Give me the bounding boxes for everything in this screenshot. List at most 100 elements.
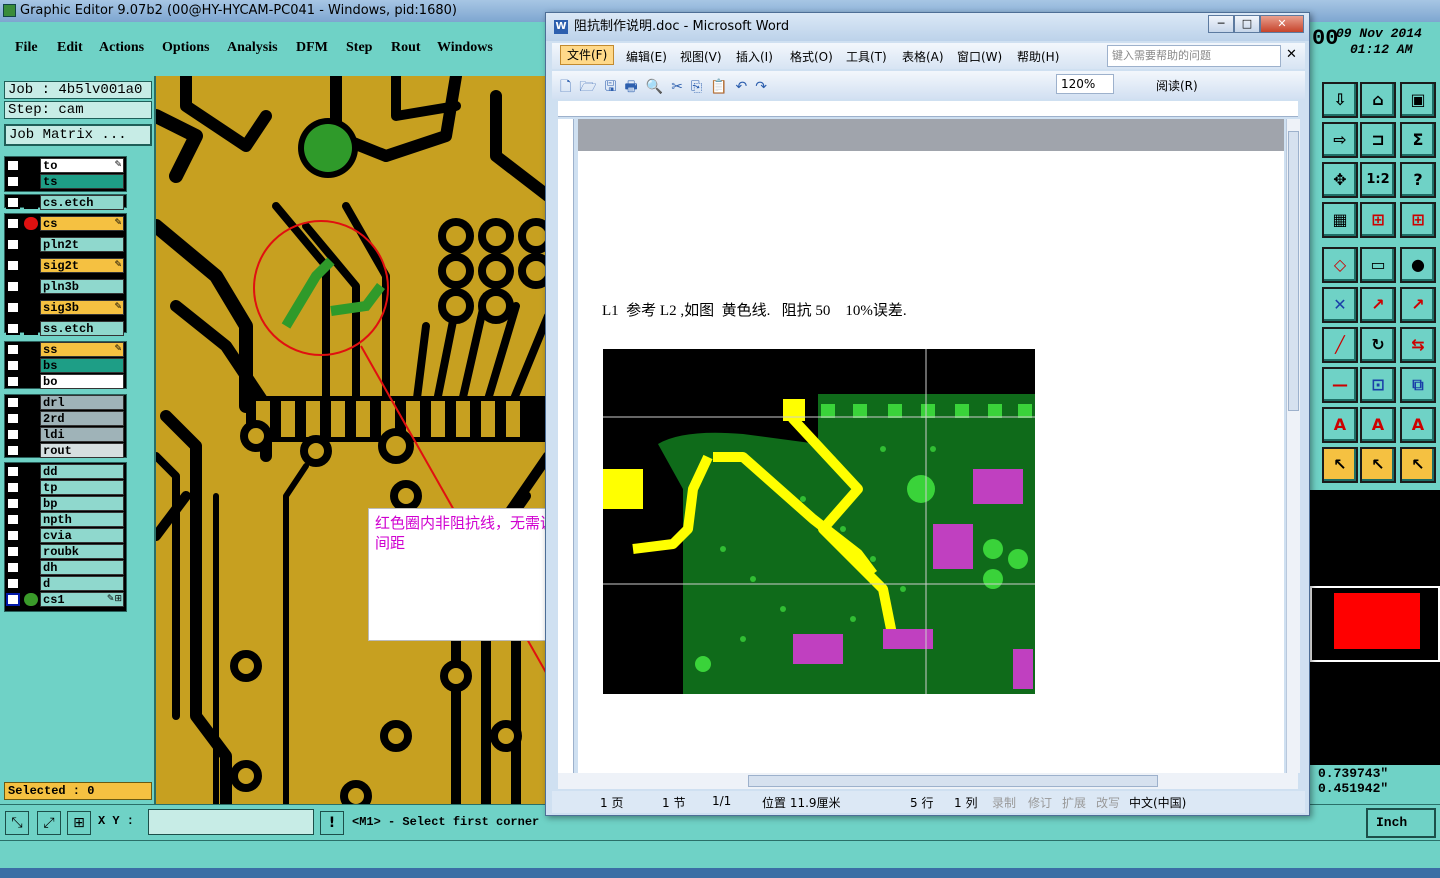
copy-icon[interactable]: ⧉ xyxy=(1400,367,1436,403)
layer-checkbox[interactable] xyxy=(6,280,20,293)
layer-row-ss[interactable]: ss ✎ xyxy=(6,342,124,357)
layer-checkbox[interactable] xyxy=(6,175,20,188)
move2-icon[interactable]: ↗ xyxy=(1400,287,1436,323)
maximize-button[interactable]: □ xyxy=(1234,15,1260,33)
layer-checkbox[interactable] xyxy=(6,481,20,494)
menu-rout[interactable]: Rout xyxy=(391,40,421,56)
word-menu-file[interactable]: 文件(F) xyxy=(560,45,615,65)
horizontal-scrollbar[interactable] xyxy=(558,773,1298,789)
layer-checkbox[interactable] xyxy=(6,259,20,272)
layer-row-2rd[interactable]: 2rd xyxy=(6,411,124,426)
word-menu-tools[interactable]: 工具(T) xyxy=(846,48,887,65)
layer-row-rout[interactable]: rout xyxy=(6,443,124,458)
read-mode-button[interactable]: 阅读(R) xyxy=(1156,77,1198,94)
layer-row-cvia[interactable]: cvia xyxy=(6,528,124,543)
embedded-pcb-image[interactable] xyxy=(603,349,1035,694)
layer-row-cs[interactable]: cs ✎ xyxy=(6,216,124,231)
close-doc-icon[interactable]: ✕ xyxy=(1286,47,1297,62)
layer-row-cs-etch[interactable]: cs.etch xyxy=(6,195,124,210)
layer-row-bp[interactable]: bp xyxy=(6,496,124,511)
menu-options[interactable]: Options xyxy=(162,40,209,56)
layer-checkbox[interactable] xyxy=(6,513,20,526)
line-icon[interactable]: ╱ xyxy=(1322,327,1358,363)
select-icon[interactable]: ↖ xyxy=(1322,447,1358,483)
layer-checkbox[interactable] xyxy=(6,375,20,388)
word-menu-table[interactable]: 表格(A) xyxy=(902,48,944,65)
document-area[interactable]: L1 参考 L2 ,如图 黄色线. 阻抗 50 10%误差. xyxy=(578,119,1284,773)
layer-row-ss-etch[interactable]: ss.etch xyxy=(6,321,124,336)
layer-checkbox[interactable] xyxy=(6,593,20,606)
step-icon[interactable]: ⊐ xyxy=(1360,122,1396,158)
pcb-canvas[interactable] xyxy=(156,76,548,804)
measure-icon[interactable]: ⊡ xyxy=(1360,367,1396,403)
scale-icon[interactable]: 1:2 xyxy=(1360,162,1396,198)
status-extend[interactable]: 扩展 xyxy=(1062,794,1086,811)
edit-shape-icon[interactable]: ◇ xyxy=(1322,247,1358,283)
layer-row-sig2t[interactable]: sig2t ✎ xyxy=(6,258,124,273)
layer-row-npth[interactable]: npth xyxy=(6,512,124,527)
document-page[interactable]: L1 参考 L2 ,如图 黄色线. 阻抗 50 10%误差. xyxy=(578,151,1284,773)
layer-checkbox[interactable] xyxy=(6,159,20,172)
save-icon[interactable]: ⇩ xyxy=(1322,82,1358,118)
layer-row-tp[interactable]: tp xyxy=(6,480,124,495)
help-search-input[interactable]: 键入需要帮助的问题 xyxy=(1107,45,1281,67)
home-icon[interactable]: ⌂ xyxy=(1360,82,1396,118)
menu-dfm[interactable]: DFM xyxy=(296,40,328,56)
layer-checkbox[interactable] xyxy=(6,545,20,558)
layer-checkbox[interactable] xyxy=(6,465,20,478)
horizontal-scroll-thumb[interactable] xyxy=(748,775,1158,787)
layer-row-pln3b[interactable]: pln3b xyxy=(6,279,124,294)
cross-icon[interactable]: ✕ xyxy=(1322,287,1358,323)
layer-checkbox[interactable] xyxy=(6,238,20,251)
layer-row-roubk[interactable]: roubk xyxy=(6,544,124,559)
layer-checkbox[interactable] xyxy=(6,196,20,209)
vertical-scrollbar[interactable] xyxy=(1286,119,1300,773)
layer-row-bs[interactable]: bs xyxy=(6,358,124,373)
layer-row-ts[interactable]: ts xyxy=(6,174,124,189)
layer-row-cs1[interactable]: cs1 ✎⊞ xyxy=(6,592,124,607)
layer-checkbox[interactable] xyxy=(6,359,20,372)
menu-step[interactable]: Step xyxy=(346,40,372,56)
word-menu-insert[interactable]: 插入(I) xyxy=(736,48,773,65)
arc-icon[interactable]: ↻ xyxy=(1360,327,1396,363)
layer-row-dd[interactable]: dd xyxy=(6,464,124,479)
status-overtype[interactable]: 改写 xyxy=(1096,794,1120,811)
layer-checkbox[interactable] xyxy=(6,577,20,590)
menu-analysis[interactable]: Analysis xyxy=(227,40,278,56)
job-matrix-button[interactable]: Job Matrix ... xyxy=(4,124,152,146)
zoom-select[interactable]: 120% xyxy=(1056,74,1114,94)
hline-icon[interactable]: — xyxy=(1322,367,1358,403)
zoom-area-icon[interactable]: ⤡ xyxy=(5,811,29,835)
word-menu-format[interactable]: 格式(O) xyxy=(790,48,833,65)
grid-icon[interactable]: ▦ xyxy=(1322,202,1358,238)
pad-icon[interactable]: ● xyxy=(1400,247,1436,283)
text-icon[interactable]: A xyxy=(1322,407,1358,443)
status-record[interactable]: 录制 xyxy=(992,794,1016,811)
layer-checkbox[interactable] xyxy=(6,529,20,542)
window-icon[interactable]: ▣ xyxy=(1400,82,1436,118)
word-menu-window[interactable]: 窗口(W) xyxy=(957,48,1002,65)
layer-row-ldi[interactable]: ldi xyxy=(6,427,124,442)
layer-checkbox[interactable] xyxy=(6,343,20,356)
sum-icon[interactable]: Σ xyxy=(1400,122,1436,158)
layer-checkbox[interactable] xyxy=(6,322,20,335)
minimize-button[interactable]: ─ xyxy=(1208,15,1234,33)
select2-icon[interactable]: ↖ xyxy=(1360,447,1396,483)
ruler-icon[interactable]: ▭ xyxy=(1360,247,1396,283)
word-menu-help[interactable]: 帮助(H) xyxy=(1017,48,1059,65)
layer-row-to[interactable]: to ✎ xyxy=(6,158,124,173)
text2-icon[interactable]: A xyxy=(1360,407,1396,443)
export-icon[interactable]: ⇨ xyxy=(1322,122,1358,158)
alert-icon[interactable]: ! xyxy=(320,811,344,835)
layer-row-dh[interactable]: dh xyxy=(6,560,124,575)
move-icon[interactable]: ↗ xyxy=(1360,287,1396,323)
layer-checkbox[interactable] xyxy=(6,301,20,314)
layer-row-pln2t[interactable]: pln2t xyxy=(6,237,124,252)
menu-windows[interactable]: Windows xyxy=(437,40,493,56)
status-track[interactable]: 修订 xyxy=(1028,794,1052,811)
layer-checkbox[interactable] xyxy=(6,497,20,510)
layer-row-d[interactable]: d xyxy=(6,576,124,591)
document-paragraph[interactable]: L1 参考 L2 ,如图 黄色线. 阻抗 50 10%误差. xyxy=(602,299,907,320)
snap2-icon[interactable]: ⊞ xyxy=(1400,202,1436,238)
menu-actions[interactable]: Actions xyxy=(99,40,144,56)
